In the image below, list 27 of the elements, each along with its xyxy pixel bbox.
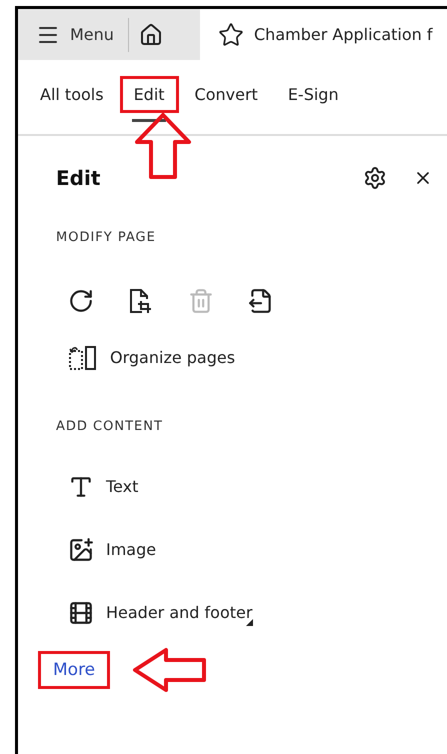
home-icon [138,22,163,46]
tool-item[interactable]: Image [56,518,156,581]
more-link[interactable]: More [38,651,110,689]
tab[interactable]: All tools [26,60,118,122]
trash-icon [188,288,214,314]
image-add-icon [68,536,94,562]
tool-button[interactable] [128,287,154,315]
up-arrow [133,112,193,180]
menu-button[interactable]: Menu [18,16,128,52]
film-icon [68,600,94,626]
tool-item[interactable]: Header and footer [56,581,252,644]
section-heading: MODIFY PAGE [56,230,157,247]
document-title: Chamber Application f [254,25,432,44]
organize-pages-icon [68,344,98,370]
tool-item[interactable]: Text [56,455,138,518]
rotate-icon [68,288,94,314]
tab[interactable]: Convert [180,60,272,122]
tool-item[interactable]: Organize pages [56,326,236,389]
file-export-icon [248,288,274,314]
section-heading: ADD CONTENT [56,419,164,436]
settings-icon [363,166,387,190]
tool-button[interactable] [68,288,94,314]
panel-title: Edit [56,166,102,190]
star-icon[interactable] [218,22,244,48]
tool-button[interactable] [248,288,274,314]
tab[interactable]: E-Sign [274,60,353,122]
page-crop-icon [128,287,154,315]
